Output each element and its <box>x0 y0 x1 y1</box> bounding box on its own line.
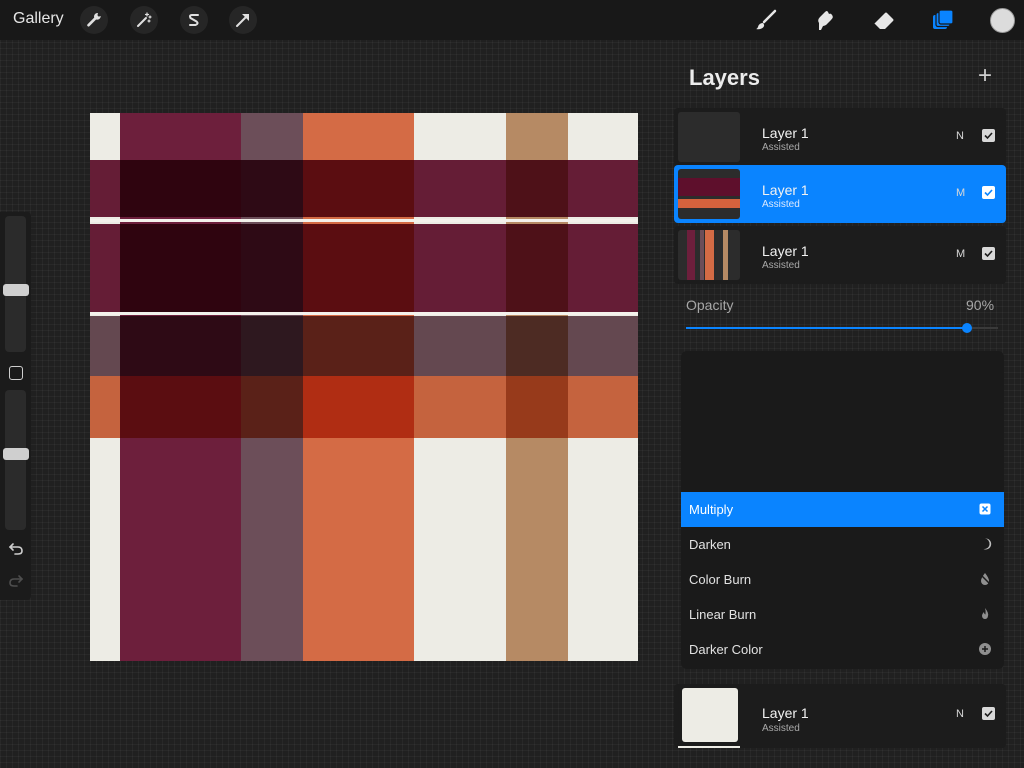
blend-mode-label: Darker Color <box>689 642 763 657</box>
blend-mode-label: Multiply <box>689 502 734 517</box>
redo-icon[interactable] <box>8 574 24 593</box>
thin-line <box>90 312 638 315</box>
blend-mode-label: Darken <box>689 537 731 552</box>
layer-subtitle: Assisted <box>762 723 800 734</box>
left-sidebar <box>0 212 31 600</box>
blend-mode-darker-color[interactable]: Darker Color <box>681 632 1004 667</box>
layer-thumbnail <box>682 688 738 742</box>
top-toolbar: Gallery <box>0 0 1024 40</box>
blend-mode-color-burn[interactable]: Color Burn <box>681 562 1004 597</box>
blend-mode-multiply[interactable]: Multiply <box>681 492 1004 527</box>
brush-opacity-thumb[interactable] <box>3 447 29 460</box>
opacity-value: 90% <box>966 297 995 313</box>
selection-s-icon[interactable] <box>180 6 208 34</box>
eraser-icon[interactable] <box>870 6 898 34</box>
moon-icon <box>977 536 993 552</box>
brush-icon[interactable] <box>752 6 780 34</box>
blend-mode-linear-burn[interactable]: Linear Burn <box>681 597 1004 632</box>
close-square-icon <box>977 501 993 517</box>
layer-name: Layer 1 <box>762 243 809 259</box>
undo-icon[interactable] <box>8 542 24 561</box>
visibility-checkbox[interactable] <box>982 129 995 142</box>
layer-blend-mode[interactable]: N <box>956 130 964 142</box>
color-picker-swatch[interactable] <box>990 8 1015 33</box>
visibility-checkbox[interactable] <box>982 707 995 720</box>
blend-mode-label: Linear Burn <box>689 607 757 622</box>
opacity-slider-knob[interactable] <box>961 323 972 333</box>
horizontal-band-orange <box>90 376 638 438</box>
brush-size-thumb[interactable] <box>3 284 29 297</box>
layer-thumbnail <box>678 230 740 280</box>
layer-subtitle: Assisted <box>762 142 800 153</box>
gallery-button[interactable]: Gallery <box>13 10 64 28</box>
panel-title: Layers <box>689 65 760 90</box>
layer-row-selected[interactable]: Layer 1 Assisted M <box>674 165 1006 223</box>
modify-button[interactable] <box>9 366 23 380</box>
layer-subtitle: Assisted <box>762 260 800 271</box>
drawing-canvas[interactable] <box>90 113 638 661</box>
layer-row[interactable]: Layer 1 Assisted N <box>674 108 1006 166</box>
layer-subtitle: Assisted <box>762 199 800 210</box>
blend-mode-darken[interactable]: Darken <box>681 527 1004 562</box>
wrench-icon[interactable] <box>80 6 108 34</box>
layer-name: Layer 1 <box>762 182 809 198</box>
opacity-label: Opacity <box>686 297 734 313</box>
brush-opacity-slider[interactable] <box>5 390 26 530</box>
add-layer-button[interactable]: + <box>978 64 992 88</box>
layer-name: Layer 1 <box>762 125 809 141</box>
layer-name: Layer 1 <box>762 705 809 721</box>
transform-arrow-icon[interactable] <box>229 6 257 34</box>
layers-panel: Layers + Layer 1 Assisted N Layer 1 Assi… <box>672 54 1012 768</box>
thumbnail-underline <box>678 746 740 748</box>
magic-wand-icon[interactable] <box>130 6 158 34</box>
smudge-icon[interactable] <box>811 6 839 34</box>
thin-line <box>90 219 638 222</box>
opacity-slider[interactable] <box>686 323 998 333</box>
layer-row-background[interactable]: Layer 1 Assisted N <box>674 684 1006 748</box>
horizontal-band-mauve <box>90 316 638 376</box>
plus-circle-icon <box>977 641 993 657</box>
visibility-checkbox[interactable] <box>982 186 995 199</box>
horizontal-band-burgundy <box>90 160 638 217</box>
burn-drop-icon <box>977 571 993 587</box>
blend-mode-label: Color Burn <box>689 572 752 587</box>
layers-icon[interactable] <box>929 6 957 34</box>
layer-blend-mode[interactable]: M <box>956 248 965 260</box>
layer-thumbnail <box>678 112 740 162</box>
horizontal-band-burgundy-lower <box>90 224 638 312</box>
layer-thumbnail <box>678 169 740 219</box>
layer-blend-mode[interactable]: N <box>956 708 964 720</box>
opacity-slider-fill <box>686 327 967 329</box>
layer-blend-mode[interactable]: M <box>956 187 965 199</box>
visibility-checkbox[interactable] <box>982 247 995 260</box>
blend-mode-list: Multiply Darken Color Burn Linear Burn D… <box>681 351 1004 669</box>
flame-icon <box>977 606 993 622</box>
layer-row[interactable]: Layer 1 Assisted M <box>674 226 1006 284</box>
